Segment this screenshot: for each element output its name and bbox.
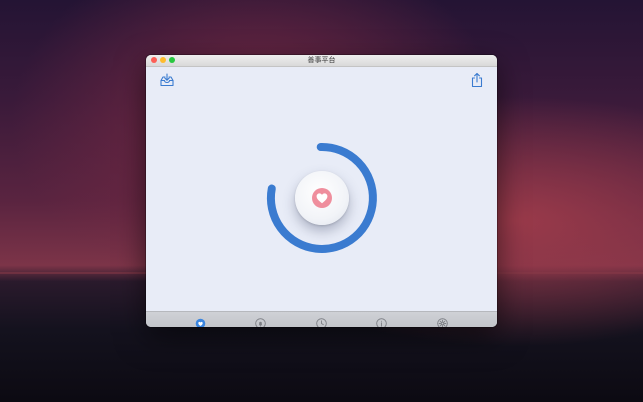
title-bar[interactable]: 善事平台 <box>146 55 497 67</box>
settings-icon <box>437 318 448 327</box>
clock-icon <box>316 318 327 327</box>
share-button[interactable] <box>469 72 485 88</box>
tab-settings[interactable] <box>437 314 448 327</box>
heart-badge <box>312 188 332 208</box>
inbox-download-icon <box>160 73 174 87</box>
tab-bar <box>146 311 497 327</box>
share-icon <box>471 72 483 88</box>
tab-history[interactable] <box>316 314 327 327</box>
heart-icon <box>316 193 328 204</box>
tab-home[interactable] <box>195 314 206 327</box>
inbox-download-button[interactable] <box>159 72 175 88</box>
app-window: 善事平台 <box>146 55 497 327</box>
info-icon <box>376 318 387 327</box>
shield-heart-icon <box>195 318 206 327</box>
tab-notifications[interactable] <box>255 314 266 327</box>
main-content <box>146 67 497 312</box>
window-title: 善事平台 <box>307 56 336 64</box>
bell-icon <box>255 318 266 327</box>
progress-ring <box>261 137 383 259</box>
donate-button[interactable] <box>295 171 349 225</box>
tab-info[interactable] <box>376 314 387 327</box>
